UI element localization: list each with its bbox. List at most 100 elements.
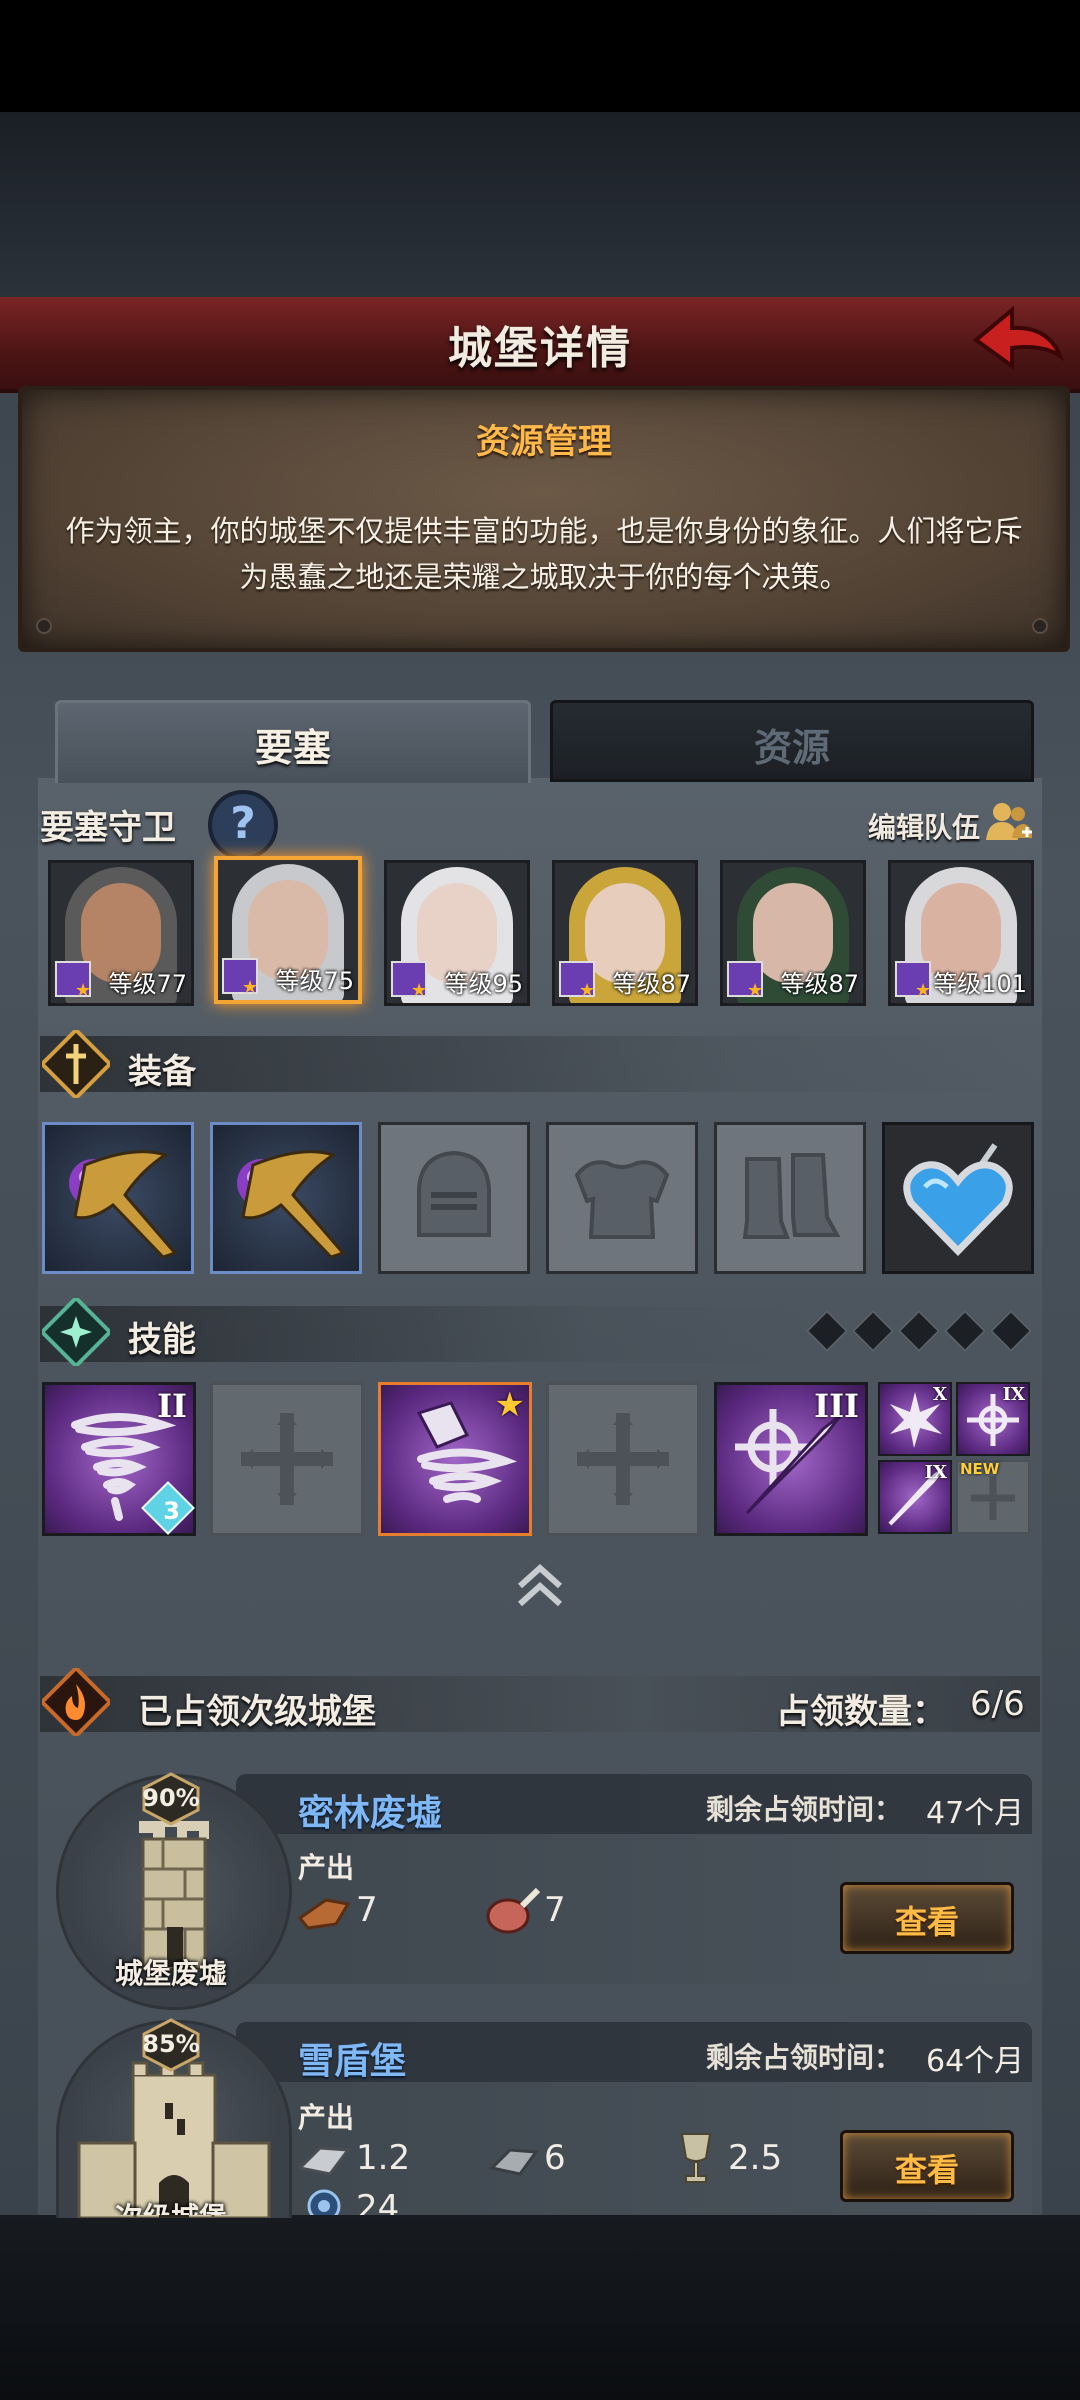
equip-slot-1[interactable] (42, 1122, 194, 1274)
empty-skill-slot-icon (577, 1413, 669, 1505)
steel-ingot-icon (488, 2140, 540, 2180)
hero-level: 等级95 (444, 970, 523, 998)
output-value: 24 (356, 2188, 400, 2215)
armor-icon (574, 1160, 670, 1239)
castle-percent: 90% (142, 1784, 200, 1812)
view-button-label: 查看 (894, 1903, 959, 1941)
back-button[interactable] (968, 300, 1068, 380)
goblet-icon (676, 2130, 716, 2186)
meat-icon (484, 1884, 544, 1938)
equipment-section-icon (39, 1027, 113, 1101)
boots-icon (742, 1153, 841, 1239)
hero-portrait[interactable]: ★ 等级77 (48, 860, 194, 1006)
equip-slot-4[interactable] (546, 1122, 698, 1274)
skill-rank: II (157, 1387, 187, 1425)
rivet (36, 618, 52, 634)
skill-slot-1[interactable]: II 3 (42, 1382, 196, 1536)
remaining-time-value: 47个月 (926, 1796, 1025, 1831)
view-button-label: 查看 (894, 2151, 959, 2189)
hero-portrait[interactable]: ★ 等级87 (720, 860, 866, 1006)
output-label: 产出 (298, 1851, 355, 1884)
skill-slot-2[interactable] (210, 1382, 364, 1536)
remaining-time-value: 64个月 (926, 2044, 1025, 2079)
skill-rank: X (933, 1384, 947, 1405)
bottom-area (0, 2215, 1080, 2400)
hero-level: 等级75 (275, 967, 354, 995)
equip-slot-2[interactable] (210, 1122, 362, 1274)
output-value: 7 (544, 1890, 566, 1930)
tab-resources[interactable]: 资源 (550, 700, 1034, 782)
tab-label: 要塞 (254, 726, 331, 770)
mini-skill-slot-2[interactable]: IX (956, 1382, 1030, 1456)
mini-skill-slot-1[interactable]: X (878, 1382, 952, 1456)
skill-rank: III (814, 1387, 859, 1425)
hero-level: 等级101 (933, 970, 1027, 998)
output-label: 产出 (298, 2101, 355, 2134)
remaining-time-label: 剩余占领时间： (706, 2041, 903, 2074)
equip-slot-6[interactable] (882, 1122, 1034, 1274)
occupied-section-icon (39, 1665, 113, 1739)
skills-section-icon (39, 1295, 113, 1369)
skills-label: 技能 (128, 1320, 196, 1360)
background-top (0, 112, 1080, 297)
tab-fortress[interactable]: 要塞 (55, 700, 531, 783)
star-icon: ★ (494, 1385, 525, 1425)
castle-percent: 85% (142, 2030, 200, 2058)
equip-slot-5[interactable] (714, 1122, 866, 1274)
new-tag: NEW (960, 1460, 1000, 1478)
wood-icon (296, 1890, 352, 1932)
hero-level: 等级77 (108, 970, 187, 998)
view-button[interactable]: 查看 (840, 1882, 1014, 1954)
castle-type: 次级城堡 (56, 2196, 286, 2215)
occupied-count-label: 占领数量： (776, 1692, 946, 1732)
castle-name: 雪盾堡 (298, 2041, 407, 2082)
skill-rank: IX (1002, 1384, 1025, 1405)
skill-level-value: 3 (163, 1497, 180, 1525)
back-arrow-icon (972, 305, 1065, 370)
helmet-icon (417, 1150, 491, 1237)
castle-type: 城堡废墟 (114, 1957, 227, 1990)
guards-label: 要塞守卫 (40, 808, 176, 848)
heart-amulet-icon (903, 1143, 1013, 1257)
intro-panel: 资源管理 作为领主，你的城堡不仅提供丰富的功能，也是你身份的象征。人们将它斥为愚… (18, 386, 1070, 652)
cursed-spear-icon (237, 1150, 346, 1259)
gear-resource-icon (306, 2188, 342, 2215)
skill-slot-3[interactable]: ★ (378, 1382, 532, 1536)
equip-slot-3[interactable] (378, 1122, 530, 1274)
intro-text: 作为领主，你的城堡不仅提供丰富的功能，也是你身份的象征。人们将它斥为愚蠢之地还是… (65, 514, 1023, 594)
castle-name: 密林废墟 (298, 1793, 443, 1834)
status-bar-area (0, 0, 1080, 112)
view-button[interactable]: 查看 (840, 2130, 1014, 2202)
chevron-up-icon (517, 1563, 563, 1607)
hero-portrait[interactable]: ★ 等级95 (384, 860, 530, 1006)
hero-level: 等级87 (612, 970, 691, 998)
edit-team-label[interactable]: 编辑队伍 (868, 806, 980, 846)
page-title: 城堡详情 (448, 323, 632, 374)
skill-slot-5[interactable]: III (714, 1382, 868, 1536)
intro-title: 资源管理 (476, 422, 612, 462)
hero-level: 等级87 (780, 970, 859, 998)
iron-ingot-icon (296, 2138, 352, 2182)
occupied-label: 已占领次级城堡 (138, 1692, 376, 1732)
question-icon: ? (230, 798, 256, 849)
output-value: 7 (356, 1890, 378, 1930)
mini-skill-slot-3[interactable]: IX (878, 1460, 952, 1534)
help-button[interactable]: ? (208, 790, 278, 860)
skill-slot-4[interactable] (546, 1382, 700, 1536)
empty-skill-slot-icon (241, 1413, 333, 1505)
equipment-label: 装备 (128, 1052, 196, 1092)
output-value: 1.2 (356, 2138, 411, 2178)
rivet (1032, 618, 1048, 634)
remaining-time-label: 剩余占领时间： (706, 1793, 903, 1826)
hero-portrait[interactable]: ★ 等级101 (888, 860, 1034, 1006)
output-value: 2.5 (728, 2138, 783, 2178)
cursed-spear-icon (69, 1150, 178, 1259)
hero-portrait[interactable]: ★ 等级87 (552, 860, 698, 1006)
collapse-button[interactable] (514, 1560, 566, 1610)
occupied-count: 6/6 (970, 1684, 1025, 1724)
hero-portrait[interactable]: ★ 等级75 (214, 856, 362, 1004)
tab-label: 资源 (753, 726, 830, 770)
skill-rank: IX (924, 1462, 947, 1483)
mini-skill-slot-4[interactable]: NEW (956, 1460, 1030, 1534)
edit-team-icon[interactable] (984, 800, 1034, 844)
